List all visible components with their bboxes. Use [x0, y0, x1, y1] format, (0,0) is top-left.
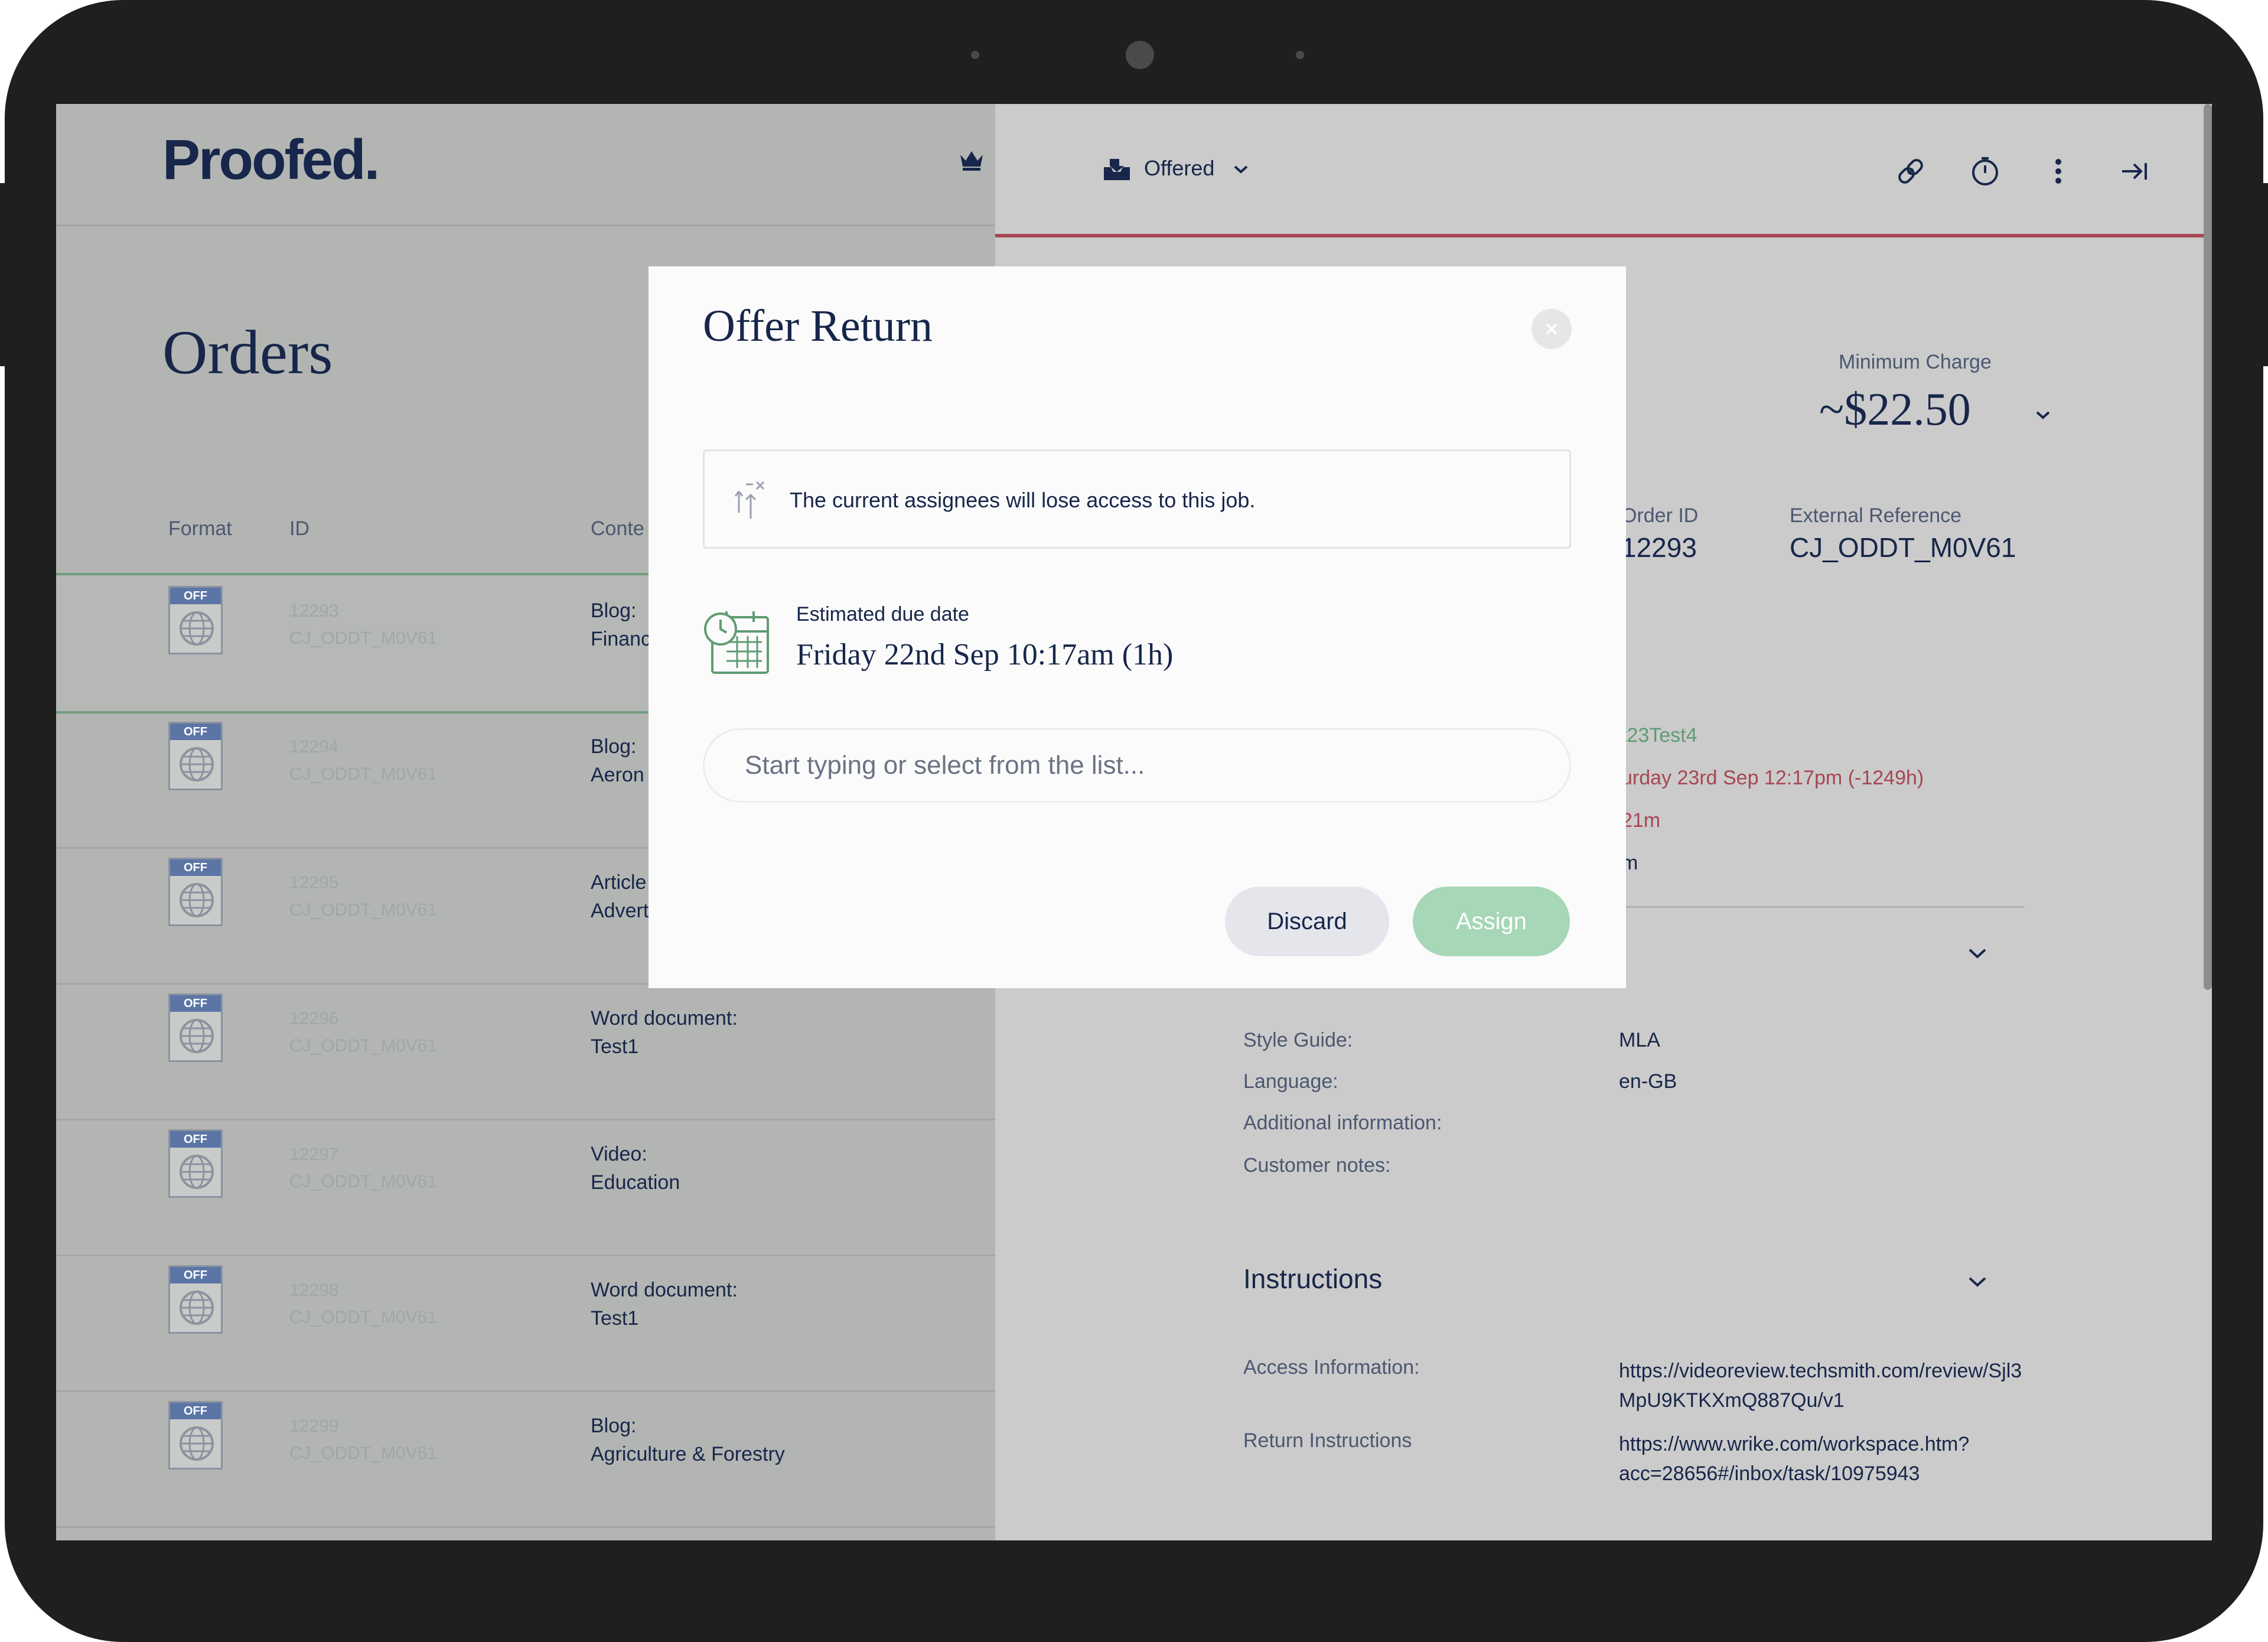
globe-icon: [180, 747, 214, 781]
format-icon: OFF: [168, 722, 223, 790]
format-icon: OFF: [168, 993, 223, 1062]
format-icon: OFF: [168, 1401, 223, 1470]
row-id: 12296 CJ_ODDT_M0V61: [289, 1009, 438, 1055]
table-row[interactable]: OFF 12296 CJ_ODDT_M0V61 Word document: Tes…: [56, 983, 995, 1120]
assign-button[interactable]: Assign: [1413, 887, 1570, 956]
column-header-content[interactable]: Conte: [591, 517, 644, 540]
status-badge: OFF: [170, 1403, 221, 1419]
order-id-label: Order ID: [1621, 504, 1699, 527]
order-id-value: 12293: [1621, 532, 1697, 563]
row-content: Blog: Agriculture & Forestry: [591, 1415, 785, 1465]
camera-lens: [1126, 41, 1154, 69]
row-id: 12299 CJ_ODDT_M0V61: [289, 1416, 438, 1463]
style-guide-label: Style Guide:: [1243, 1029, 1353, 1051]
assignee-search-input[interactable]: [703, 728, 1571, 803]
access-information-link[interactable]: https://videoreview.techsmith.com/review…: [1619, 1356, 2022, 1415]
column-header-id[interactable]: ID: [289, 517, 309, 540]
external-reference-label: External Reference: [1790, 504, 1962, 527]
table-row[interactable]: OFF 12298 CJ_ODDT_M0V61 Word document: Tes…: [56, 1255, 995, 1392]
scrollbar[interactable]: [2204, 104, 2212, 990]
table-row[interactable]: OFF 12299 CJ_ODDT_M0V61 Blog: Agriculture …: [56, 1390, 995, 1528]
customer-notes-label: Customer notes:: [1243, 1154, 1391, 1177]
instructions-title[interactable]: Instructions: [1243, 1263, 1382, 1295]
reassign-arrows-icon: [734, 481, 765, 519]
discard-button[interactable]: Discard: [1225, 887, 1389, 956]
link-icon[interactable]: [1894, 155, 1927, 188]
chevron-down-icon: [1234, 165, 1248, 174]
status-badge: OFF: [170, 1131, 221, 1148]
column-header-format[interactable]: Format: [168, 517, 232, 540]
collapse-panel-icon[interactable]: [2117, 155, 2150, 188]
due-date-label: Estimated due date: [796, 603, 969, 625]
status-badge: OFF: [170, 859, 221, 876]
format-icon: OFF: [168, 586, 223, 654]
chevron-down-icon[interactable]: [1967, 947, 1987, 959]
chevron-down-icon[interactable]: [2036, 411, 2050, 419]
access-information-label: Access Information:: [1243, 1356, 1420, 1379]
chevron-down-icon[interactable]: [1967, 1276, 1987, 1288]
bezel-tab-right: [2261, 183, 2268, 366]
detail-partial-3: urday 23rd Sep 12:17pm (-1249h): [1621, 767, 1924, 789]
language-label: Language:: [1243, 1070, 1338, 1093]
warning-text: The current assignees will lose access t…: [790, 488, 1256, 512]
detail-header: Offered: [995, 104, 2212, 237]
globe-icon: [180, 1426, 214, 1461]
calendar-clock-icon: [704, 611, 769, 674]
globe-icon: [180, 611, 214, 646]
row-id: 12298 CJ_ODDT_M0V61: [289, 1281, 438, 1327]
status-badge: OFF: [170, 588, 221, 604]
close-icon: [1546, 323, 1557, 335]
globe-icon: [180, 1155, 214, 1189]
camera-sensor-left: [971, 51, 979, 59]
row-id: 12295 CJ_ODDT_M0V61: [289, 873, 438, 920]
format-icon: OFF: [168, 1265, 223, 1334]
return-instructions-link[interactable]: https://www.wrike.com/workspace.htm? acc=…: [1619, 1429, 1969, 1488]
status-dropdown[interactable]: Offered: [1102, 156, 1249, 183]
row-content: Word document: Test1: [591, 1279, 738, 1330]
row-content: Video: Education: [591, 1143, 680, 1194]
screen: Proofed. Orders Format ID Conte OFF 1229…: [56, 104, 2212, 1540]
warning-notice: The current assignees will lose access t…: [703, 449, 1571, 549]
timer-icon[interactable]: [1969, 155, 2002, 188]
min-charge-value[interactable]: ~$22.50: [1819, 383, 1971, 436]
status-badge: OFF: [170, 724, 221, 740]
table-row[interactable]: OFF 12297 CJ_ODDT_M0V61 Video: Education: [56, 1119, 995, 1256]
bezel-tab-left: [0, 183, 7, 366]
close-button[interactable]: [1531, 309, 1572, 349]
status-badge: OFF: [170, 1267, 221, 1283]
min-charge-label: Minimum Charge: [1839, 351, 1992, 373]
camera-sensor-right: [1296, 51, 1304, 59]
proofed-logo[interactable]: Proofed.: [162, 128, 380, 193]
format-icon: OFF: [168, 1129, 223, 1198]
status-badge: OFF: [170, 995, 221, 1012]
globe-icon: [180, 1291, 214, 1325]
detail-partial-4: 21m: [1621, 809, 1661, 832]
globe-icon: [180, 883, 214, 917]
style-guide-value: MLA: [1619, 1029, 1660, 1051]
external-reference-value: CJ_ODDT_M0V61: [1790, 532, 2016, 563]
format-icon: OFF: [168, 858, 223, 926]
globe-icon: [180, 1019, 214, 1053]
inbox-tray-icon: [1104, 159, 1130, 181]
offer-return-modal: Offer Return The current assignees will …: [649, 266, 1626, 988]
orders-header: Proofed.: [56, 104, 995, 226]
row-id: 12297 CJ_ODDT_M0V61: [289, 1145, 438, 1191]
page-title: Orders: [162, 318, 333, 387]
due-date-value: Friday 22nd Sep 10:17am (1h): [796, 638, 1174, 672]
return-instructions-label: Return Instructions: [1243, 1429, 1412, 1452]
detail-partial-2: t23Test4: [1621, 724, 1697, 747]
row-id: 12294 CJ_ODDT_M0V61: [289, 737, 438, 784]
more-vertical-icon[interactable]: [2042, 155, 2075, 188]
row-content: Word document: Test1: [591, 1007, 738, 1058]
crown-icon[interactable]: [959, 148, 985, 171]
language-value: en-GB: [1619, 1070, 1677, 1093]
additional-information-label: Additional information:: [1243, 1112, 1442, 1134]
modal-title: Offer Return: [703, 301, 933, 351]
row-id: 12293 CJ_ODDT_M0V61: [289, 601, 438, 648]
status-label: Offered: [1144, 156, 1215, 180]
